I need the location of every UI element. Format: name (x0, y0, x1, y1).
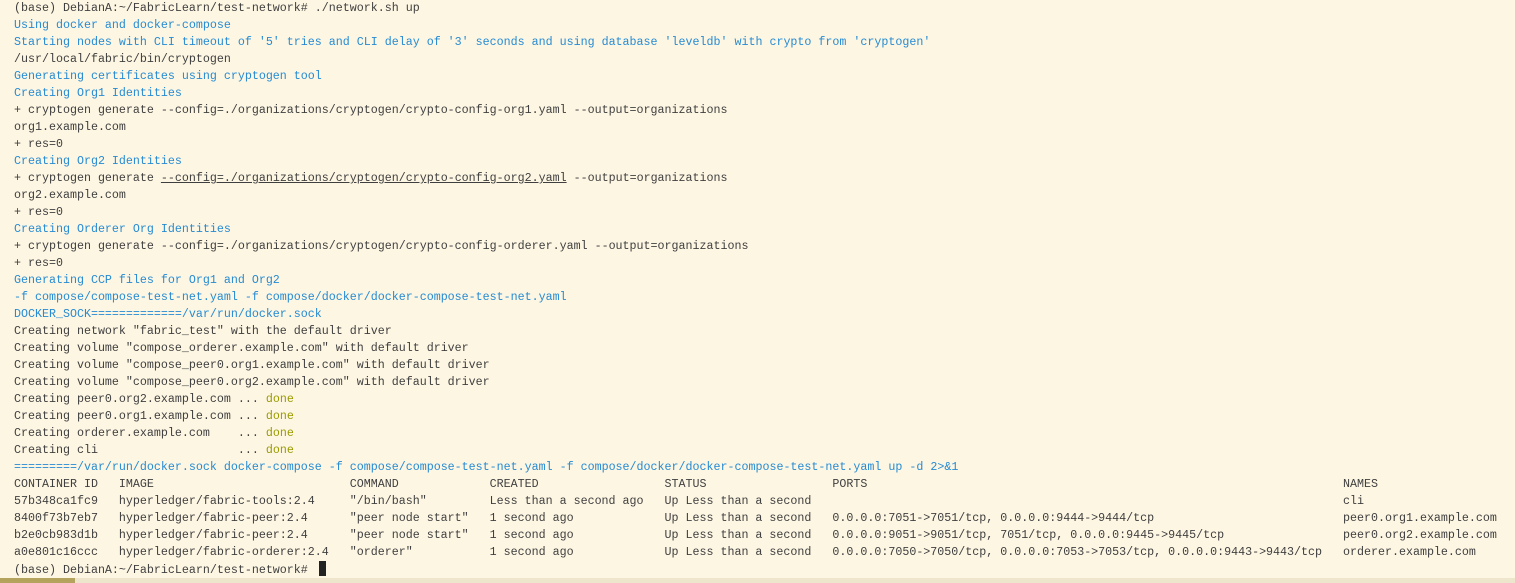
output-line: Creating network "fabric_test" with the … (14, 324, 392, 338)
cursor (318, 561, 326, 576)
cell-ports: 0.0.0.0:7050->7050/tcp, 0.0.0.0:7053->70… (832, 545, 1323, 559)
cell-status: Up Less than a second (664, 494, 812, 508)
table-row: b2e0cb983d1b hyperledger/fabric-peer:2.4 "… (14, 527, 1497, 544)
cell-created: Less than a second ago (489, 494, 644, 508)
cell-image: hyperledger/fabric-peer:2.4 (118, 528, 308, 542)
output-line: + res=0 (14, 205, 63, 219)
table-row: 57b348ca1fc9 hyperledger/fabric-tools:2.4… (14, 493, 1483, 510)
cell-image: hyperledger/fabric-peer:2.4 (118, 511, 308, 525)
line-text: Creating orderer.example.com ... (14, 426, 266, 440)
output-line: + res=0 (14, 137, 63, 151)
done-status: done (265, 443, 294, 457)
output-line: + cryptogen generate --config=./organiza… (14, 170, 1483, 187)
output-line: Creating Org2 Identities (14, 154, 182, 168)
cell-status: Up Less than a second (664, 511, 812, 525)
output-lines: (base) DebianA:~/FabricLearn/test-networ… (14, 0, 1483, 476)
line-text: + cryptogen generate (14, 171, 161, 185)
output-line: /usr/local/fabric/bin/cryptogen (14, 52, 231, 66)
cell-ports (832, 493, 1343, 510)
cell-command: COMMAND (349, 477, 399, 491)
cell-image: hyperledger/fabric-tools:2.4 (118, 494, 315, 508)
table-row: 8400f73b7eb7 hyperledger/fabric-peer:2.4 "… (14, 510, 1497, 527)
line-text: Creating cli ... (14, 443, 266, 457)
output-line: Generating certificates using cryptogen … (14, 69, 322, 83)
cell-container-id: a0e801c16ccc (14, 545, 98, 559)
output-line: + cryptogen generate --config=./organiza… (14, 103, 728, 117)
cell-created: 1 second ago (489, 528, 574, 542)
line-text: --output=organizations (566, 171, 728, 185)
table-header: CONTAINER ID IMAGE COMMAND CREATED STATUS POR… (14, 476, 1483, 493)
done-status: done (265, 409, 294, 423)
cell-command: "/bin/bash" (349, 494, 427, 508)
output-line: Creating cli ... done (14, 442, 1483, 459)
cell-ports: 0.0.0.0:9051->9051/tcp, 7051/tcp, 0.0.0.… (832, 528, 1225, 542)
output-line: Generating CCP files for Org1 and Org2 (14, 273, 280, 287)
output-line: -f compose/compose-test-net.yaml -f comp… (14, 290, 567, 304)
cell-names: NAMES (1343, 477, 1378, 491)
terminal-output[interactable]: (base) DebianA:~/FabricLearn/test-networ… (14, 0, 1497, 578)
config-path-link[interactable]: --config=./organizations/cryptogen/crypt… (161, 171, 567, 185)
cell-status: Up Less than a second (664, 528, 812, 542)
output-line: org2.example.com (14, 188, 126, 202)
line-text: Creating peer0.org1.example.com ... (14, 409, 266, 423)
output-line: Creating volume "compose_peer0.org1.exam… (14, 358, 490, 372)
output-line: Using docker and docker-compose (14, 18, 231, 32)
output-line: (base) DebianA:~/FabricLearn/test-networ… (14, 1, 420, 15)
cell-created: 1 second ago (489, 511, 574, 525)
cell-names: peer0.org1.example.com (1343, 511, 1497, 525)
docker-ps-table: CONTAINER ID IMAGE COMMAND CREATED STATUS POR… (14, 476, 1497, 561)
cell-ports: 0.0.0.0:7051->7051/tcp, 0.0.0.0:9444->94… (832, 511, 1155, 525)
table-row: a0e801c16ccc hyperledger/fabric-orderer:2… (14, 544, 1483, 561)
status-bar-segment (0, 578, 75, 583)
output-line: Creating orderer.example.com ... done (14, 425, 1483, 442)
cell-status: STATUS (664, 477, 707, 491)
output-line: Creating Org1 Identities (14, 86, 182, 100)
done-status: done (265, 392, 294, 406)
cell-names: orderer.example.com (1343, 545, 1476, 559)
prompt: (base) DebianA:~/FabricLearn/test-networ… (14, 563, 315, 577)
done-status: done (265, 426, 294, 440)
cell-command: "peer node start" (349, 511, 469, 525)
output-line: =========/var/run/docker.sock docker-com… (14, 460, 959, 474)
output-line: Creating Orderer Org Identities (14, 222, 231, 236)
cell-names: peer0.org2.example.com (1343, 528, 1497, 542)
output-line: + res=0 (14, 256, 63, 270)
cell-command: "peer node start" (349, 528, 469, 542)
cell-container-id: b2e0cb983d1b (14, 528, 98, 542)
cell-names: cli (1343, 494, 1364, 508)
cell-command: "orderer" (349, 545, 413, 559)
cell-container-id: CONTAINER ID (14, 477, 98, 491)
output-line: org1.example.com (14, 120, 126, 134)
output-line: DOCKER_SOCK=============/var/run/docker.… (14, 307, 322, 321)
cell-container-id: 8400f73b7eb7 (14, 511, 98, 525)
cell-status: Up Less than a second (664, 545, 812, 559)
cell-created: 1 second ago (489, 545, 574, 559)
output-line: Creating peer0.org2.example.com ... done (14, 391, 1483, 408)
output-line: + cryptogen generate --config=./organiza… (14, 239, 749, 253)
cell-image: hyperledger/fabric-orderer:2.4 (118, 545, 329, 559)
cell-container-id: 57b348ca1fc9 (14, 494, 98, 508)
output-line: Starting nodes with CLI timeout of '5' t… (14, 35, 931, 49)
cell-ports: PORTS (832, 477, 868, 491)
prompt-line[interactable]: (base) DebianA:~/FabricLearn/test-networ… (14, 561, 1483, 578)
cell-image: IMAGE (118, 477, 154, 491)
output-line: Creating volume "compose_orderer.example… (14, 341, 469, 355)
output-line: Creating peer0.org1.example.com ... done (14, 408, 1483, 425)
cell-created: CREATED (489, 477, 539, 491)
terminal-status-bar (0, 578, 1515, 583)
line-text: Creating peer0.org2.example.com ... (14, 392, 266, 406)
output-line: Creating volume "compose_peer0.org2.exam… (14, 375, 490, 389)
